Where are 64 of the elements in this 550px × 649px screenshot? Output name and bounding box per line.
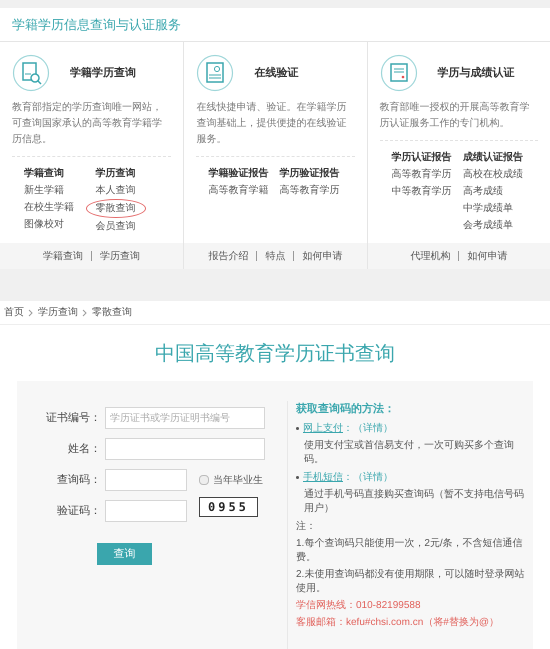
chevron-icon <box>82 308 88 316</box>
field-label: 姓名： <box>67 442 102 457</box>
page-title: 中国高等教育学历证书查询 <box>154 342 396 367</box>
service-title: 学籍学历查询 <box>70 66 136 81</box>
text-field[interactable] <box>105 438 265 460</box>
footer-link[interactable]: 如何申请 <box>302 248 342 264</box>
section-title: 学籍学历信息查询与认证服务 <box>12 16 181 34</box>
breadcrumb-link[interactable]: 首页 <box>4 305 24 320</box>
service-link[interactable]: 零散查询 <box>86 199 146 218</box>
footer-link[interactable]: 学籍查询 <box>43 248 84 264</box>
footer-link[interactable]: 学历查询 <box>100 248 140 264</box>
checkbox-label: 当年毕业生 <box>213 474 263 488</box>
service-link[interactable]: 新生学籍 <box>24 182 64 199</box>
service-title: 在线验证 <box>254 66 298 81</box>
breadcrumb-link[interactable]: 零散查询 <box>92 305 132 320</box>
checkbox[interactable] <box>199 475 209 485</box>
footer-link[interactable]: 报告介绍 <box>208 248 248 264</box>
service-link[interactable]: 高等教育学历 <box>392 166 452 183</box>
method-description: 通过手机号码直接购买查询码（暂不支持电信号码用户） <box>303 488 525 516</box>
group-heading: 学籍验证报告 <box>208 166 268 181</box>
service-link[interactable]: 图像校对 <box>24 216 64 233</box>
contact-text: 学信网热线：010-82199588 <box>296 598 422 612</box>
service-link[interactable]: 会员查询 <box>96 218 136 235</box>
certificate-icon <box>380 54 418 92</box>
service-description: 在线快捷申请、验证。在学籍学历查询基础上，提供便捷的在线验证服务。 <box>196 100 348 147</box>
field-label: 证书编号： <box>45 410 102 426</box>
service-description: 教育部指定的学历查询唯一网站，可查询国家承认的高等教育学籍学历信息。 <box>12 100 163 147</box>
service-link[interactable]: 中等教育学历 <box>392 183 452 200</box>
service-link[interactable]: 高校在校成绩 <box>462 166 523 183</box>
note-text: 1.每个查询码只能使用一次，2元/条，不含短信通信费。 <box>296 536 524 564</box>
service-link[interactable]: 高等教育学历 <box>279 182 340 199</box>
info-heading: 获取查询码的方法： <box>296 402 396 417</box>
note-text: 2.未使用查询码都没有使用期限，可以随时登录网站使用。 <box>296 568 526 596</box>
service-link[interactable]: 高等教育学籍 <box>208 182 268 199</box>
bullet-icon <box>296 426 299 430</box>
text-field[interactable] <box>105 469 187 491</box>
bullet-icon <box>296 476 299 478</box>
method-description: 使用支付宝或首信易支付，一次可购买多个查询码。 <box>303 438 515 466</box>
footer-link[interactable]: 代理机构 <box>410 248 450 264</box>
service-link[interactable]: 中学成绩单 <box>462 200 513 217</box>
service-link[interactable]: 在校生学籍 <box>24 199 74 216</box>
group-heading: 学历查询 <box>96 166 136 181</box>
field-label: 查询码： <box>56 472 102 488</box>
service-link[interactable]: 高考成绩 <box>462 183 503 200</box>
field-label: 验证码： <box>56 504 102 519</box>
note-label: 注： <box>296 520 317 534</box>
document-search-icon <box>12 54 50 92</box>
footer-link[interactable]: 如何申请 <box>467 248 508 264</box>
group-heading: 成绩认证报告 <box>462 150 523 165</box>
service-link[interactable]: 本人查询 <box>96 182 136 199</box>
service-description: 教育部唯一授权的开展高等教育学历认证服务工作的专门机构。 <box>380 100 531 131</box>
text-field[interactable] <box>105 500 187 522</box>
footer-link[interactable]: 特点 <box>265 248 286 264</box>
group-heading: 学历验证报告 <box>279 166 340 181</box>
service-link[interactable]: 会考成绩单 <box>462 217 513 234</box>
captcha-image: 0955 <box>199 497 258 517</box>
chevron-icon <box>28 308 34 316</box>
text-field[interactable]: 学历证书或学历证明书编号 <box>105 407 265 429</box>
document-badge-icon <box>196 54 234 92</box>
breadcrumb-link[interactable]: 学历查询 <box>38 305 78 320</box>
group-heading: 学籍查询 <box>24 166 64 181</box>
service-title: 学历与成绩认证 <box>438 66 515 81</box>
contact-text: 客服邮箱：kefu#chsi.com.cn（将#替换为@） <box>296 616 500 630</box>
group-heading: 学历认证报告 <box>392 150 452 165</box>
